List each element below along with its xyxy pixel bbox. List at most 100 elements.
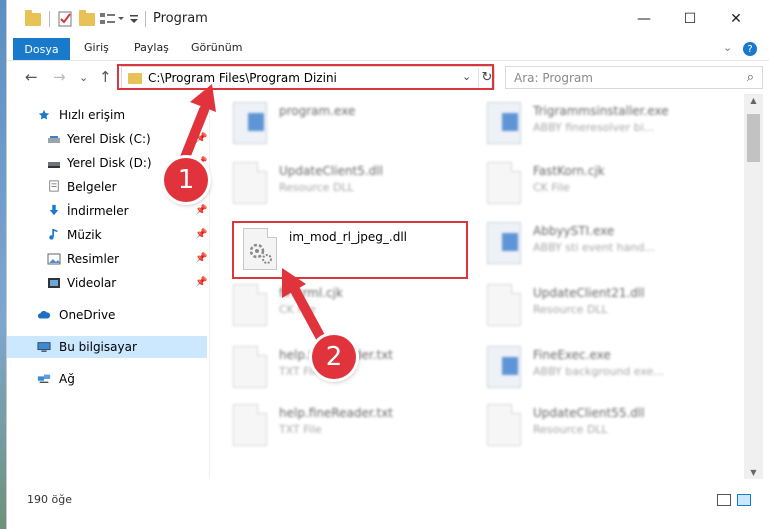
pin-icon[interactable]: 📌 [195, 229, 207, 240]
file-item[interactable]: program.exe [217, 96, 457, 152]
sidebar-item-downloads[interactable]: İndirmeler 📌 [7, 200, 207, 222]
search-icon[interactable]: ⌕ [747, 70, 754, 85]
sidebar-item-onedrive[interactable]: OneDrive [7, 304, 207, 326]
sidebar-item-label: İndirmeler [67, 204, 129, 218]
file-item[interactable]: FineExec.exe ABBY background exe... [471, 340, 711, 396]
navigation-pane: Hızlı erişim Yerel Disk (C:) 📌 Yerel Dis… [7, 94, 209, 485]
scroll-down-icon[interactable]: ▼ [744, 468, 763, 477]
file-highlight-box [232, 221, 468, 279]
tab-file[interactable]: Dosya [13, 38, 70, 60]
address-highlight-box [117, 64, 494, 90]
title-bar: Program — ☐ ✕ [7, 0, 769, 38]
large-icons-view-icon[interactable] [737, 494, 751, 506]
step-badge-1: 1 [164, 158, 208, 202]
sidebar-item-pictures[interactable]: Resimler 📌 [7, 248, 207, 270]
sidebar-item-label: OneDrive [59, 308, 116, 322]
file-item[interactable]: firstrml.cjk CK File [217, 278, 457, 334]
text-file-icon [233, 404, 267, 446]
pane-divider[interactable] [209, 94, 210, 479]
search-box[interactable]: ⌕ [505, 66, 763, 89]
file-item[interactable]: UpdateClient5.dll Resource DLL [217, 156, 457, 212]
file-type: Resource DLL [279, 181, 354, 194]
file-item[interactable]: FastKorn.cjk CK File [471, 156, 711, 212]
up-button[interactable]: ↑ [99, 68, 112, 86]
file-name: help.fineReader.txt [279, 406, 393, 420]
sidebar-item-label: Videolar [67, 276, 117, 290]
scrollbar-thumb[interactable] [747, 114, 760, 162]
music-icon [49, 228, 58, 240]
file-name: UpdateClient5.dll [279, 164, 383, 178]
help-icon[interactable]: ? [743, 42, 757, 56]
recent-locations-button[interactable]: ⌄ [79, 71, 88, 84]
sidebar-item-label: Resimler [67, 252, 120, 266]
item-count: 190 öğe [27, 493, 72, 506]
pin-icon[interactable]: 📌 [195, 253, 207, 264]
dll-file-icon [487, 404, 521, 446]
details-view-icon[interactable] [717, 494, 731, 506]
file-list: program.exe Trigrammsinstaller.exe ABBY … [217, 94, 742, 479]
file-name: UpdateClient21.dll [533, 286, 645, 300]
file-name: Trigrammsinstaller.exe [533, 104, 669, 118]
chevron-down-icon[interactable] [129, 10, 139, 28]
ribbon-tabs: Dosya Giriş Paylaş Görünüm ⌄ ? [7, 38, 769, 60]
exe-file-icon [487, 102, 521, 144]
sidebar-item-label: Müzik [67, 228, 102, 242]
file-item[interactable]: UpdateClient55.dll Resource DLL [471, 398, 711, 454]
file-name: FineExec.exe [533, 348, 611, 362]
file-item[interactable]: AbbyySTI.exe ABBY sti event hand... [471, 216, 711, 272]
new-folder-icon[interactable] [79, 9, 95, 28]
scroll-up-icon[interactable]: ▲ [744, 96, 763, 105]
sidebar-item-label: Yerel Disk (D:) [67, 156, 152, 170]
document-file-icon [487, 162, 521, 204]
customize-toolbar-icon[interactable] [99, 10, 125, 28]
sidebar-item-videos[interactable]: Videolar 📌 [7, 272, 207, 294]
vertical-scrollbar[interactable]: ▲ ▼ [744, 94, 763, 479]
sidebar-item-music[interactable]: Müzik 📌 [7, 224, 207, 246]
exe-file-icon [487, 222, 521, 264]
file-type: ABBY fineresolver bi... [533, 121, 655, 134]
back-button[interactable]: ← [25, 68, 38, 86]
disk-icon [48, 136, 60, 143]
expand-ribbon-icon[interactable]: ⌄ [723, 41, 732, 54]
minimize-button[interactable]: — [621, 0, 667, 38]
file-type: Resource DLL [533, 303, 608, 316]
search-input[interactable] [506, 67, 726, 88]
tab-home[interactable]: Giriş [84, 41, 109, 54]
maximize-button[interactable]: ☐ [667, 0, 713, 38]
text-file-icon [233, 346, 267, 388]
file-name: firstrml.cjk [279, 286, 343, 300]
folder-icon[interactable] [25, 9, 41, 28]
network-icon [37, 374, 51, 383]
sidebar-item-network[interactable]: Ağ [7, 368, 207, 390]
step-badge-2: 2 [312, 335, 356, 379]
close-button[interactable]: ✕ [713, 0, 759, 38]
dll-file-icon [233, 162, 267, 204]
file-type: CK File [533, 181, 570, 194]
file-item[interactable]: Trigrammsinstaller.exe ABBY fineresolver… [471, 96, 711, 152]
dll-file-icon [487, 284, 521, 326]
sidebar-item-local-disk-c[interactable]: Yerel Disk (C:) 📌 [7, 128, 207, 150]
pin-icon[interactable]: 📌 [195, 277, 207, 288]
forward-button[interactable]: → [53, 68, 66, 86]
properties-icon[interactable] [57, 10, 73, 28]
file-name: FastKorn.cjk [533, 164, 605, 178]
status-bar: 190 öğe [7, 485, 769, 515]
sidebar-item-quick-access[interactable]: Hızlı erişim [7, 104, 207, 126]
tab-view[interactable]: Görünüm [191, 41, 242, 54]
tab-share[interactable]: Paylaş [134, 41, 169, 54]
sidebar-item-label: Ağ [59, 372, 75, 386]
file-name: AbbyySTI.exe [533, 224, 615, 238]
documents-icon [49, 180, 59, 192]
sidebar-item-this-pc[interactable]: Bu bilgisayar [7, 336, 207, 358]
pin-icon[interactable]: 📌 [195, 133, 207, 144]
file-type: CK File [279, 303, 316, 316]
videos-icon [48, 278, 60, 288]
sidebar-item-label: Hızlı erişim [59, 108, 126, 122]
sidebar-item-label: Bu bilgisayar [59, 340, 137, 354]
file-type: ABBY sti event hand... [533, 241, 655, 254]
pin-icon[interactable]: 📌 [195, 205, 207, 216]
file-name: program.exe [279, 104, 356, 118]
file-item[interactable]: UpdateClient21.dll Resource DLL [471, 278, 711, 334]
file-item[interactable]: help.fineReader.txt TXT File [217, 398, 457, 454]
exe-file-icon [233, 102, 267, 144]
